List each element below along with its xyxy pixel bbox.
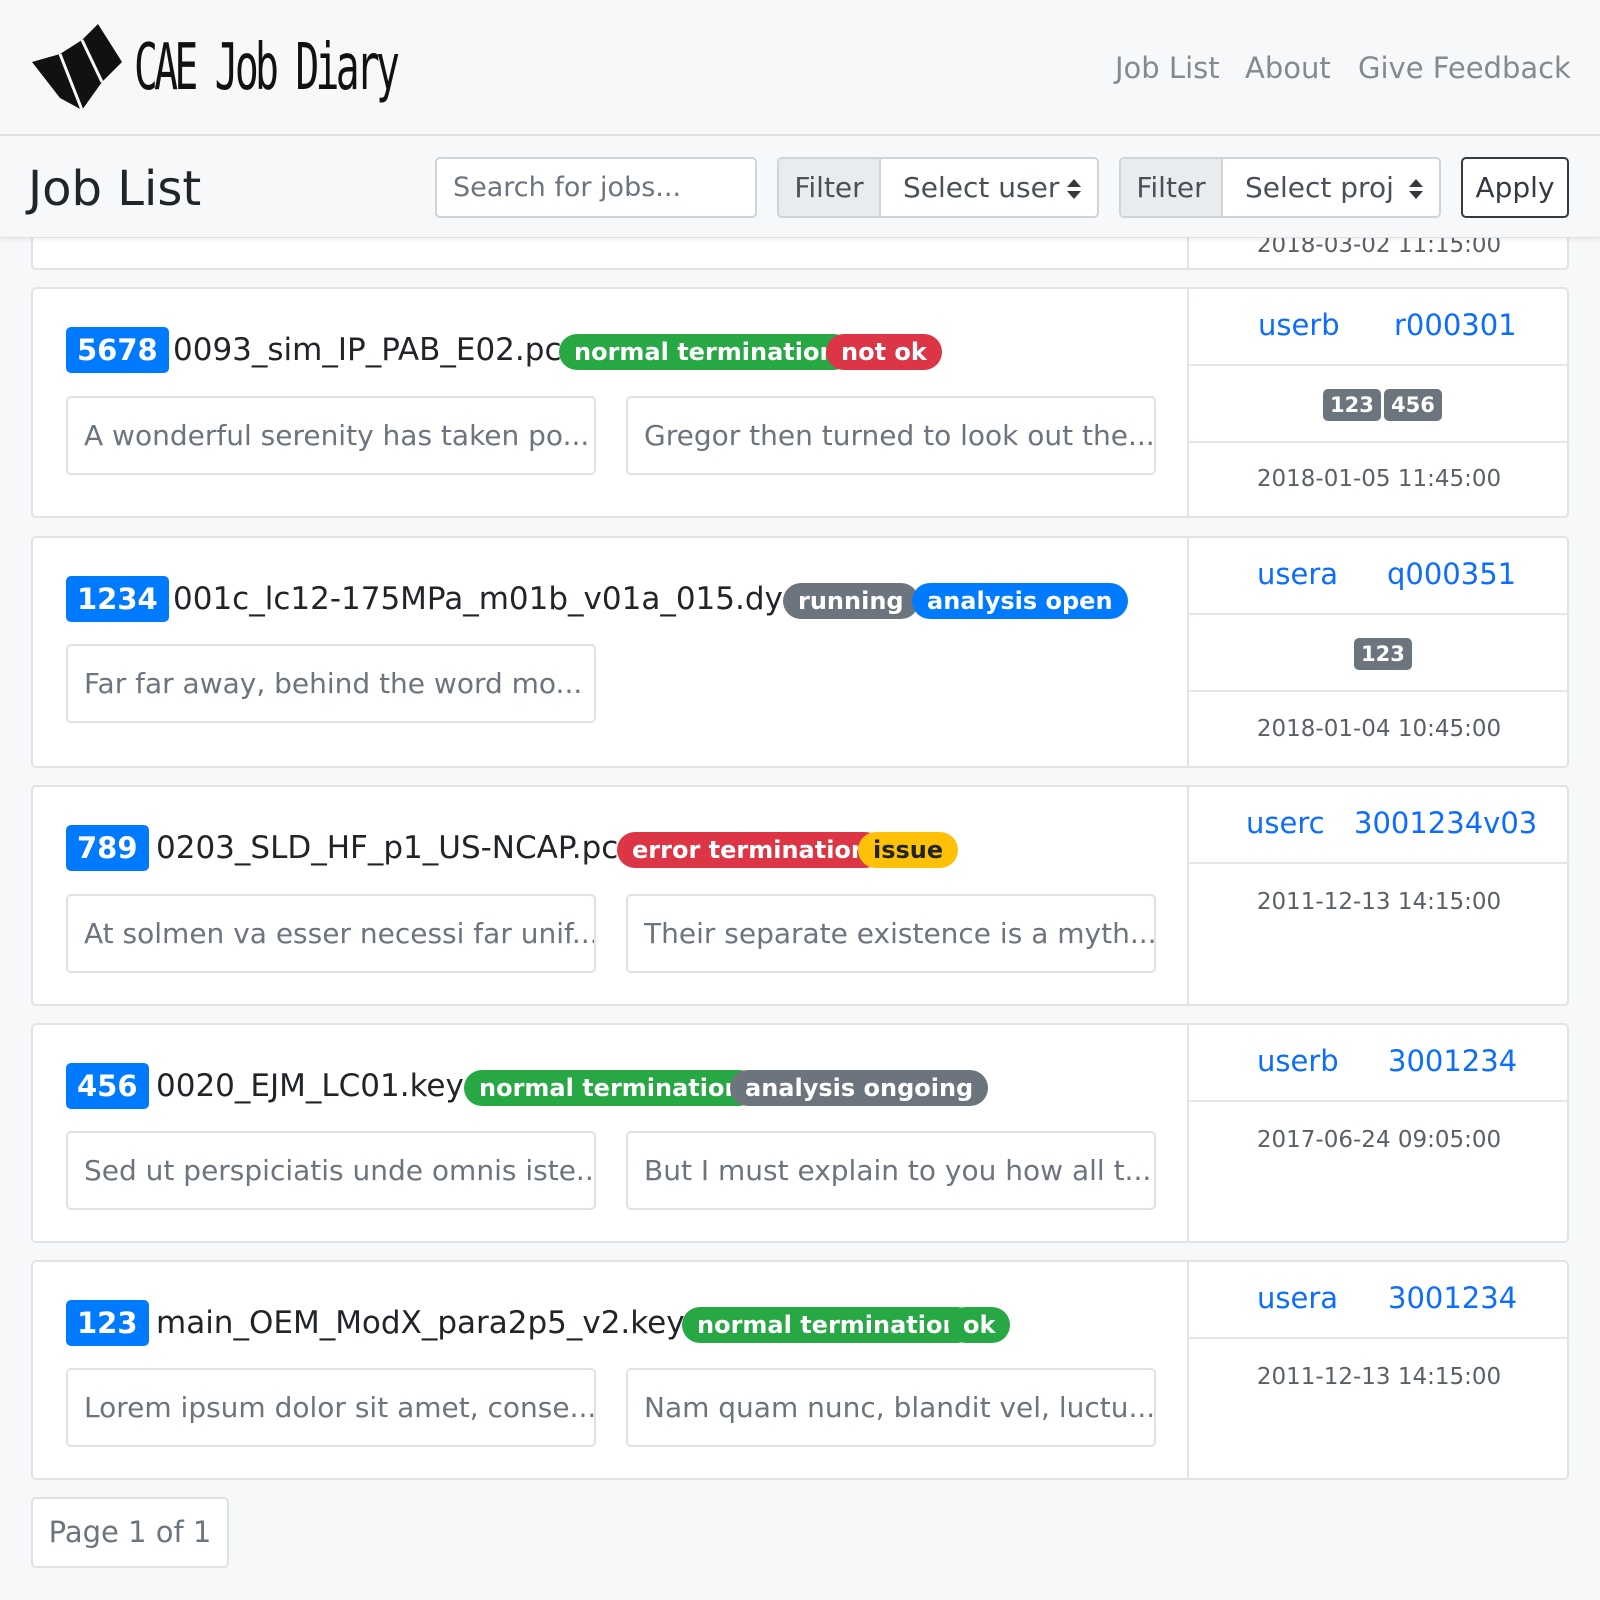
- job-status-badge: normal termination: [464, 1070, 757, 1106]
- job-owner-row: usera 3001234: [1189, 1262, 1569, 1339]
- job-id-badge[interactable]: 1234: [66, 576, 169, 622]
- user-select[interactable]: Select user: [881, 159, 1097, 216]
- project-select-value: Select proj: [1245, 171, 1394, 204]
- job-user-link[interactable]: usera: [1257, 554, 1338, 594]
- job-status-badge: normal termination: [682, 1307, 975, 1343]
- job-card[interactable]: 789 0203_SLD_HF_p1_US-NCAP.pc error term…: [31, 785, 1569, 1006]
- job-note[interactable]: Nam quam nunc, blandit vel, luctu...: [626, 1368, 1156, 1447]
- job-user-link[interactable]: userb: [1258, 305, 1340, 345]
- user-select-value: Select user: [903, 171, 1060, 204]
- brand-name[interactable]: CAE Job Diary: [134, 26, 400, 110]
- job-project-link[interactable]: 3001234: [1388, 1041, 1517, 1081]
- job-user-link[interactable]: userb: [1257, 1041, 1339, 1081]
- job-project-link[interactable]: q000351: [1387, 554, 1516, 594]
- job-user-link[interactable]: usera: [1257, 1278, 1338, 1318]
- job-card-meta: userc 3001234v03 2011-12-13 14:15:00: [1187, 787, 1569, 1004]
- job-project-link[interactable]: r000301: [1394, 305, 1517, 345]
- job-card-meta: userb r000301 123 456 2018-01-05 11:45:0…: [1187, 289, 1569, 516]
- job-note[interactable]: Their separate existence is a myth....: [626, 894, 1156, 973]
- job-id-badge[interactable]: 789: [66, 825, 149, 871]
- job-status-badge: normal termination: [559, 334, 852, 370]
- top-navbar: CAE Job Diary Job List About Give Feedba…: [0, 0, 1600, 136]
- job-date: 2011-12-13 14:15:00: [1256, 889, 1502, 915]
- job-name[interactable]: 0093_sim_IP_PAB_E02.pc: [173, 327, 561, 373]
- job-tags-row: 123: [1189, 615, 1569, 692]
- job-result-badge: ok: [948, 1307, 1011, 1343]
- job-owner-row: userc 3001234v03: [1189, 787, 1569, 864]
- project-filter-label: Filter: [1121, 159, 1223, 216]
- job-result-badge: analysis open: [912, 583, 1128, 619]
- job-id-badge[interactable]: 123: [66, 1300, 149, 1346]
- job-card[interactable]: 456 0020_EJM_LC01.key normal termination…: [31, 1023, 1569, 1243]
- job-note[interactable]: Gregor then turned to look out the...: [626, 396, 1156, 475]
- job-id-badge[interactable]: 5678: [66, 327, 169, 373]
- job-date: 2011-12-13 14:15:00: [1256, 1364, 1502, 1390]
- job-status-badge: running: [783, 583, 919, 619]
- job-note[interactable]: Lorem ipsum dolor sit amet, conse...: [66, 1368, 596, 1447]
- job-owner-row: userb 3001234: [1189, 1025, 1569, 1102]
- logo-icon[interactable]: [30, 24, 122, 110]
- job-result-badge: not ok: [826, 334, 942, 370]
- apply-button[interactable]: Apply: [1461, 157, 1569, 218]
- project-filter: Filter Select proj: [1119, 157, 1441, 218]
- user-filter: Filter Select user: [777, 157, 1099, 218]
- search-input[interactable]: [435, 157, 757, 218]
- job-tag[interactable]: 123: [1354, 638, 1412, 670]
- job-owner-row: userb r000301: [1189, 289, 1569, 366]
- sort-caret-icon: [1409, 179, 1423, 199]
- job-name[interactable]: main_OEM_ModX_para2p5_v2.key: [156, 1300, 685, 1346]
- pagination-indicator[interactable]: Page 1 of 1: [31, 1497, 229, 1568]
- job-owner-row: usera q000351: [1189, 538, 1569, 615]
- job-project-link[interactable]: 3001234: [1388, 1278, 1517, 1318]
- job-name[interactable]: 001c_lc12-175MPa_m01b_v01a_015.dyn: [173, 576, 803, 622]
- job-name[interactable]: 0203_SLD_HF_p1_US-NCAP.pc: [156, 825, 618, 871]
- job-tag[interactable]: 456: [1384, 389, 1442, 421]
- job-user-link[interactable]: userc: [1246, 803, 1325, 843]
- job-project-link[interactable]: 3001234v03: [1354, 803, 1537, 843]
- job-card-meta: userb 3001234 2017-06-24 09:05:00: [1187, 1025, 1569, 1241]
- job-card[interactable]: 123 main_OEM_ModX_para2p5_v2.key normal …: [31, 1260, 1569, 1480]
- job-result-badge: issue: [858, 832, 959, 868]
- job-card[interactable]: 5678 0093_sim_IP_PAB_E02.pc normal termi…: [31, 287, 1569, 518]
- job-note[interactable]: Sed ut perspiciatis unde omnis iste...: [66, 1131, 596, 1210]
- nav-about[interactable]: About: [1245, 48, 1331, 88]
- job-id-badge[interactable]: 456: [66, 1063, 149, 1109]
- job-note[interactable]: A wonderful serenity has taken po...: [66, 396, 596, 475]
- user-filter-label: Filter: [779, 159, 881, 216]
- job-tags-row: 123 456: [1189, 366, 1569, 443]
- job-tag[interactable]: 123: [1323, 389, 1381, 421]
- job-note[interactable]: At solmen va esser necessi far unif...: [66, 894, 596, 973]
- job-date: 2018-01-05 11:45:00: [1256, 466, 1502, 492]
- nav-give-feedback[interactable]: Give Feedback: [1358, 48, 1571, 88]
- nav-job-list[interactable]: Job List: [1115, 48, 1220, 88]
- job-date: 2018-01-04 10:45:00: [1256, 716, 1502, 742]
- job-list-toolbar: Job List Filter Select user Filter Selec…: [0, 136, 1600, 238]
- job-note[interactable]: But I must explain to you how all t...: [626, 1131, 1156, 1210]
- job-status-badge: error termination: [617, 832, 884, 868]
- page-title: Job List: [28, 161, 202, 217]
- project-select[interactable]: Select proj: [1223, 159, 1439, 216]
- job-note[interactable]: Far far away, behind the word mo...: [66, 644, 596, 723]
- job-card-meta: usera 3001234 2011-12-13 14:15:00: [1187, 1262, 1569, 1478]
- sort-caret-icon: [1067, 179, 1081, 199]
- job-card[interactable]: 1234 001c_lc12-175MPa_m01b_v01a_015.dyn …: [31, 536, 1569, 768]
- job-name[interactable]: 0020_EJM_LC01.key: [156, 1063, 464, 1109]
- job-date: 2017-06-24 09:05:00: [1256, 1127, 1502, 1153]
- job-result-badge: analysis ongoing: [730, 1070, 989, 1106]
- job-card-meta: usera q000351 123 2018-01-04 10:45:00: [1187, 538, 1569, 766]
